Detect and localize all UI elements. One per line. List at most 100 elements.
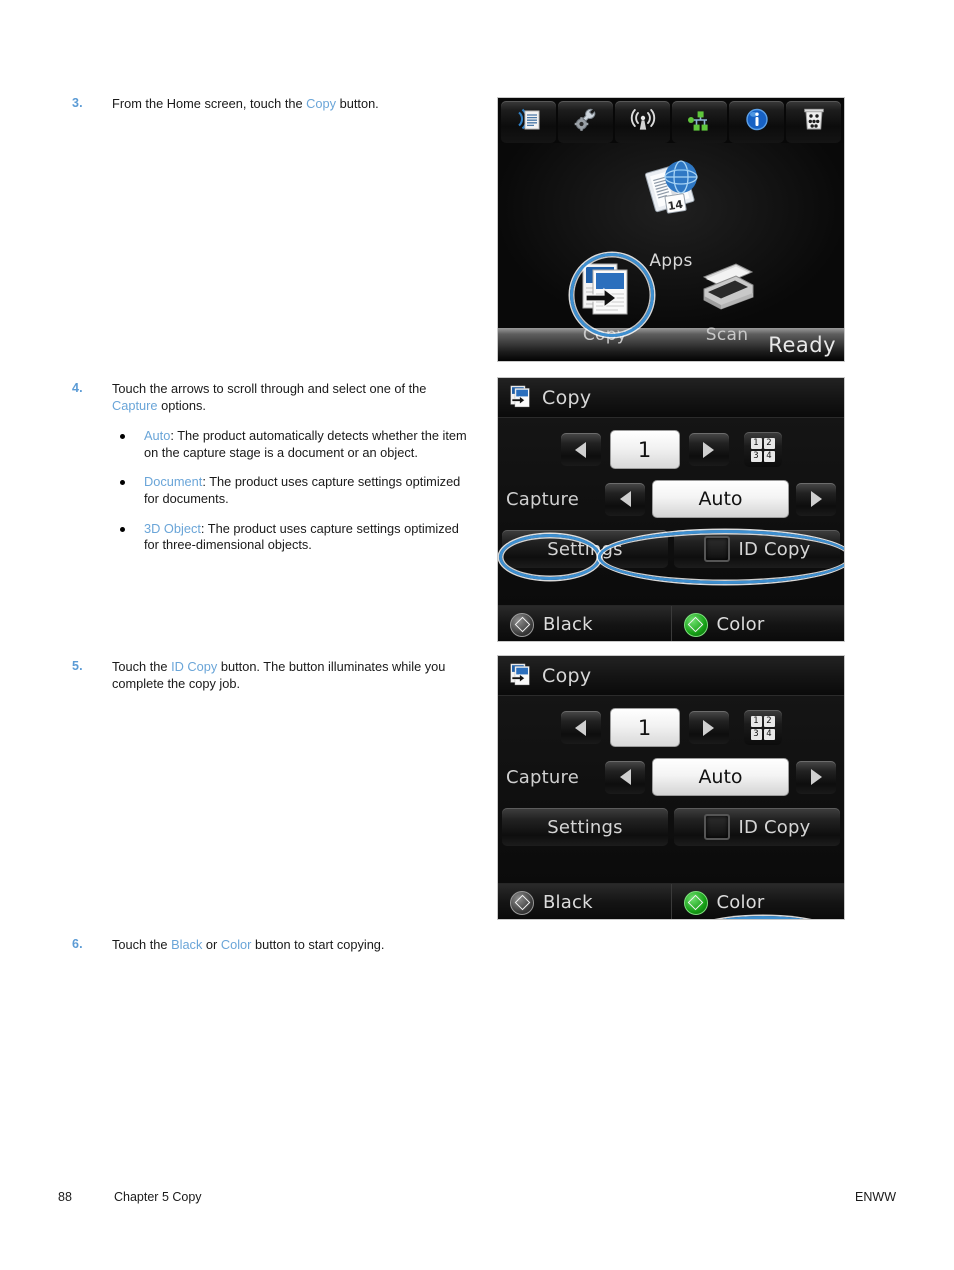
settings-row: Settings ID Copy [498,530,844,568]
toolbar-button-information[interactable] [729,101,784,143]
capture-label: Capture [506,488,579,510]
copies-decrease-button[interactable] [560,711,601,744]
left-arrow-icon [619,769,631,785]
web-services-icon [514,106,544,138]
capture-next-button[interactable] [796,760,836,794]
start-color-label: Color [716,892,765,913]
collate-icon: 1 2 3 4 [750,437,775,462]
collate-cell: 4 [763,450,775,462]
collate-button[interactable]: 1 2 3 4 [743,710,782,745]
supplies-levels-icon [799,106,829,138]
step-4: 4. Touch the arrows to scroll through an… [72,381,472,554]
id-copy-button-label: ID Copy [738,538,811,560]
capture-previous-button[interactable] [605,482,645,516]
capture-options-list: Auto: The product automatically detects … [112,428,472,554]
step-3-number: 3. [72,96,83,110]
left-arrow-icon [575,719,586,736]
step-3-link-copy: Copy [306,96,337,111]
list-item: Document: The product uses capture setti… [112,474,472,507]
capture-next-button[interactable] [796,482,836,516]
step-6-text-before: Touch the [112,937,172,952]
home-tile-copy[interactable]: Copy [574,259,636,345]
copy-screen-title: Copy [542,386,592,409]
apps-label: Apps [649,251,693,271]
copies-value[interactable]: 1 [609,430,680,469]
start-black-label: Black [543,614,593,635]
id-copy-screen-header: Copy [498,656,844,696]
device-copy-screen: Copy 1 1 2 3 4 Capture Auto Settings ID … [497,377,845,642]
wireless-icon [628,106,658,138]
start-buttons-row: Black Color [498,883,845,919]
bullet-text-auto: : The product automatically detects whet… [144,428,467,460]
svg-text:14: 14 [667,198,684,213]
start-color-label: Color [716,614,765,635]
home-tile-scan-label: Scan [705,325,749,345]
copy-screen-body: 1 1 2 3 4 Capture Auto Settings ID Copy [498,418,844,605]
settings-button[interactable]: Settings [502,530,668,568]
copy-screen-header: Copy [498,378,844,418]
toolbar-button-web-services[interactable] [501,101,556,143]
bullet-dot-icon [120,526,125,532]
copies-increase-button[interactable] [688,433,729,466]
copies-increase-button[interactable] [688,711,729,744]
id-copy-screen-title: Copy [542,664,592,687]
id-copy-indicator-icon [703,536,730,562]
toolbar-button-wireless[interactable] [615,101,670,143]
right-arrow-icon [703,441,714,458]
capture-label: Capture [506,766,579,788]
step-6: 6. Touch the Black or Color button to st… [72,937,472,954]
step-5: 5. Touch the ID Copy button. The button … [72,659,472,692]
start-black-label: Black [543,892,593,913]
bullet-dot-icon [120,434,125,440]
page-number: 88 [58,1190,72,1204]
step-4-link-capture: Capture [112,397,158,413]
step-6-text-mid: or [202,937,221,952]
home-tile-scan[interactable]: Scan [696,259,758,345]
start-color-button[interactable]: Color [670,606,845,641]
step-6-text: Touch the Black or Color button to start… [112,937,472,954]
id-copy-screen-body: 1 1 2 3 4 Capture Auto Settings ID Copy [498,696,844,883]
collate-cell: 2 [763,437,775,449]
capture-value[interactable]: Auto [652,480,789,518]
right-arrow-icon [810,769,822,785]
start-black-button[interactable]: Black [498,884,671,919]
toolbar-button-supplies[interactable] [786,101,841,143]
step-6-link-black: Black [171,937,203,952]
toolbar-button-setup[interactable] [558,101,613,143]
copies-decrease-button[interactable] [560,433,601,466]
step-6-number: 6. [72,937,83,951]
capture-previous-button[interactable] [605,760,645,794]
settings-button[interactable]: Settings [502,808,668,846]
id-copy-button[interactable]: ID Copy [674,530,840,568]
start-color-button[interactable]: Color [670,884,845,919]
capture-value[interactable]: Auto [652,758,789,796]
bullet-dot-icon [120,480,125,486]
home-status-bar: Ready [498,328,844,361]
settings-button-label: Settings [547,816,623,838]
chapter-label: Chapter 5 Copy [114,1190,202,1204]
step-4-number: 4. [72,381,83,395]
start-black-icon [510,612,534,637]
home-toolbar [498,98,844,143]
step-5-link-id-copy: ID Copy [171,659,218,674]
bullet-link-auto: Auto [144,428,171,444]
information-icon [742,106,772,138]
settings-row: Settings ID Copy [498,808,844,846]
device-home-screen: 14 Apps Copy Scan Ready [497,97,845,362]
collate-button[interactable]: 1 2 3 4 [743,432,782,467]
step-3: 3. From the Home screen, touch the Copy … [72,96,472,113]
capture-row: Capture Auto [498,480,844,518]
apps-newspaper-globe-icon: 14 [634,160,708,227]
toolbar-button-network[interactable] [672,101,727,143]
network-icon [685,106,715,138]
status-text: Ready [768,333,836,357]
collate-cell: 3 [750,450,762,462]
collate-cell: 1 [750,437,762,449]
id-copy-button[interactable]: ID Copy [674,808,840,846]
copies-value[interactable]: 1 [609,708,680,747]
apps-tile[interactable]: 14 [634,153,708,227]
left-arrow-icon [575,441,586,458]
settings-button-label: Settings [547,538,623,560]
step-6-text-after: button to start copying. [251,937,385,952]
start-black-button[interactable]: Black [498,606,671,641]
